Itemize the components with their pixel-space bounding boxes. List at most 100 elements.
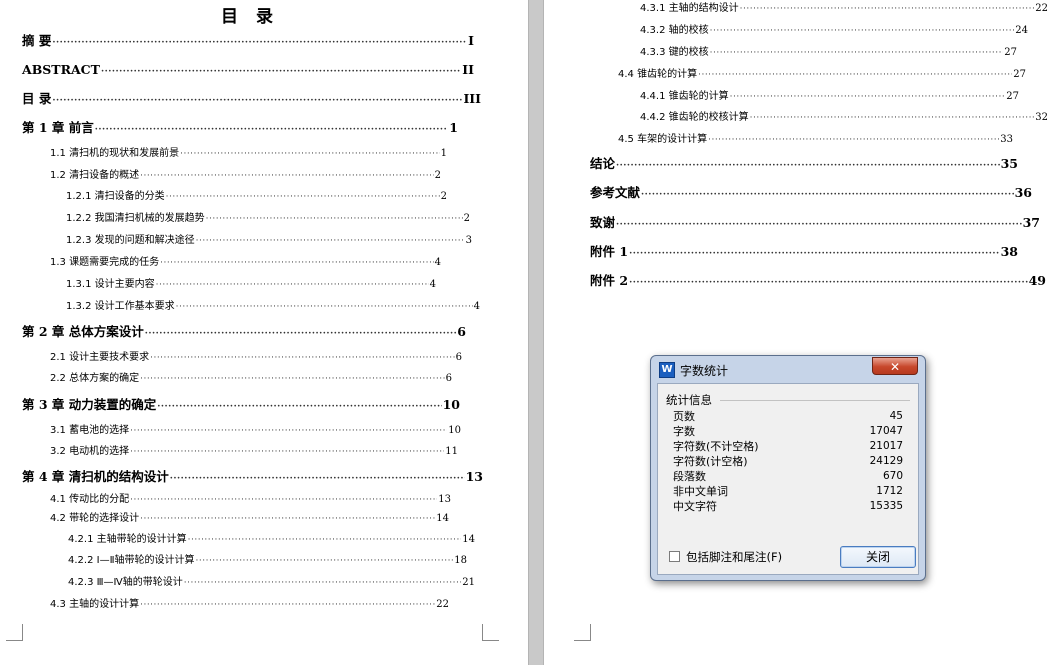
toc-entry-page: 6 [457, 324, 466, 339]
toc-entry-label: 4.2.3 Ⅲ—Ⅳ轴的带轮设计 [68, 577, 183, 588]
toc-entry-label: 2.2 总体方案的确定 [50, 373, 140, 384]
crop-mark [6, 624, 23, 641]
toc-dot-leader: ········································… [150, 353, 455, 363]
dialog-titlebar[interactable]: W 字数统计 ✕ [651, 356, 925, 382]
stat-row: 字数 17047 [673, 424, 903, 439]
toc-dot-leader: ········································… [616, 220, 1022, 230]
toc-dot-leader: ········································… [94, 125, 449, 135]
toc-entry: 3.2 电动机的选择 ······························… [50, 444, 458, 460]
toc-dot-leader: ········································… [165, 192, 440, 202]
toc-entry: 附件 2 ····································… [590, 273, 1046, 291]
stat-row: 字符数(计空格) 24129 [673, 454, 903, 469]
toc-dot-leader: ········································… [183, 578, 462, 588]
toc-dot-leader: ········································… [616, 161, 1000, 171]
toc-entry-page: 14 [436, 513, 449, 524]
stat-value: 17047 [869, 425, 903, 437]
wps-app-icon: W [659, 362, 675, 378]
include-footnotes-checkbox[interactable] [669, 551, 680, 562]
stat-label: 字符数(不计空格) [673, 440, 759, 453]
toc-entry-page: 13 [465, 469, 483, 484]
toc-entry-label: 摘 要 [22, 33, 52, 48]
toc-entry: 4.3.2 轴的校核 ······························… [640, 23, 1028, 39]
stat-row: 非中文单词 1712 [673, 484, 903, 499]
toc-dot-leader: ········································… [144, 329, 457, 339]
toc-entry: 4.5 车架的设计计算 ·····························… [618, 132, 1013, 148]
crop-mark [574, 624, 591, 641]
toc-entry: 1.2 清扫设备的概述 ·····························… [50, 168, 441, 184]
stat-value: 1712 [876, 485, 903, 497]
toc-dot-leader: ········································… [629, 249, 1000, 259]
toc-entry: 4.2.2 Ⅰ—Ⅱ轴带轮的设计计算 ·······················… [68, 553, 467, 569]
toc-entry: 1.3.2 设计工作基本要求 ··························… [66, 299, 480, 315]
toc-entry-page: 49 [1028, 273, 1046, 288]
toc-entry-page: 4 [429, 279, 436, 290]
toc-entry-label: ABSTRACT [22, 62, 100, 77]
toc-dot-leader: ········································… [52, 96, 463, 106]
toc-entry-label: 1.3 课题需要完成的任务 [50, 257, 160, 268]
toc-entry-page: III [463, 91, 481, 106]
dialog-body: 统计信息 页数 45 字数 17047 字符数(不计空格) 21017 字符数(计空格) 24… [657, 383, 919, 575]
toc-dot-leader: ········································… [195, 236, 465, 246]
stat-label: 非中文单词 [673, 485, 728, 498]
stat-label: 字符数(计空格) [673, 455, 748, 468]
stat-row: 中文字符 15335 [673, 499, 903, 514]
toc-dot-leader: ········································… [698, 70, 1012, 80]
toc-entry: 1.1 清扫机的现状和发展前景 ·························… [50, 146, 447, 162]
stat-value: 45 [889, 410, 903, 422]
toc-entry: 1.2.3 发现的问题和解决途径 ························… [66, 233, 472, 249]
toc-dot-leader: ········································… [155, 280, 429, 290]
toc-entry-label: 4.3 主轴的设计计算 [50, 599, 140, 610]
toc-entry: 3.1 蓄电池的选择 ······························… [50, 423, 461, 439]
toc-entry-label: 4.5 车架的设计计算 [618, 134, 708, 145]
toc-entry-page: 2 [463, 213, 470, 224]
toc-entry-label: 1.2.2 我国清扫机械的发展趋势 [66, 213, 205, 224]
close-icon[interactable]: ✕ [872, 357, 918, 375]
toc-entry: 4.4.1 锥齿轮的计算 ····························… [640, 89, 1019, 105]
toc-entry-page: 2 [434, 170, 441, 181]
toc-entry: 目 录 ·····································… [22, 91, 481, 109]
toc-entry-label: 1.3.2 设计工作基本要求 [66, 301, 175, 312]
toc-entry-label: 附件 2 [590, 273, 629, 288]
toc-entry: 第 3 章 动力装置的确定 ···························… [22, 397, 460, 415]
toc-entry-label: 4.4.1 锥齿轮的计算 [640, 91, 729, 102]
toc-entry-label: 3.2 电动机的选择 [50, 446, 130, 457]
toc-entry-page: 22 [436, 599, 449, 610]
toc-dot-leader: ········································… [708, 135, 999, 145]
toc-dot-leader: ········································… [140, 514, 436, 524]
toc-entry-label: 1.2.1 清扫设备的分类 [66, 191, 165, 202]
toc-entry-page: 1 [440, 148, 447, 159]
toc-dot-leader: ········································… [160, 258, 434, 268]
toc-entry: 致谢 ······································… [590, 215, 1040, 233]
toc-dot-leader: ········································… [140, 600, 436, 610]
toc-entry: 4.4.2 锥齿轮的校核计算 ··························… [640, 110, 1048, 126]
toc-dot-leader: ········································… [629, 278, 1028, 288]
toc-entry-label: 1.2.3 发现的问题和解决途径 [66, 235, 195, 246]
toc-entry-page: 13 [438, 494, 451, 505]
toc-entry-page: 24 [1015, 25, 1028, 36]
toc-entry: 附件 1 ····································… [590, 244, 1018, 262]
toc-dot-leader: ········································… [157, 402, 442, 412]
toc-dot-leader: ········································… [709, 26, 1015, 36]
toc-entry-page: 2 [440, 191, 447, 202]
include-footnotes-label[interactable]: 包括脚注和尾注(F) [686, 549, 782, 565]
stat-row: 段落数 670 [673, 469, 903, 484]
toc-dot-leader: ········································… [175, 302, 473, 312]
toc-entry-label: 3.1 蓄电池的选择 [50, 425, 130, 436]
toc-entry-page: 4 [434, 257, 441, 268]
toc-dot-leader: ········································… [169, 474, 465, 484]
close-button[interactable]: 关闭 [840, 546, 916, 568]
toc-entry-page: 1 [449, 120, 458, 135]
toc-page-left: 目 录 摘 要 ·································… [0, 0, 528, 665]
toc-entry: 摘 要 ·····································… [22, 33, 474, 51]
toc-entry-label: 4.4.2 锥齿轮的校核计算 [640, 112, 749, 123]
toc-dot-leader: ········································… [130, 447, 444, 457]
toc-entry-label: 4.3.2 轴的校核 [640, 25, 709, 36]
toc-dot-leader: ········································… [130, 426, 447, 436]
toc-dot-leader: ········································… [180, 149, 440, 159]
toc-entry-label: 1.1 清扫机的现状和发展前景 [50, 148, 180, 159]
toc-entry-page: II [462, 62, 474, 77]
toc-entry-label: 致谢 [590, 215, 616, 230]
toc-entry: 4.2 带轮的选择设计 ·····························… [50, 511, 449, 527]
word-count-dialog: W 字数统计 ✕ 统计信息 页数 45 字数 17047 字符数(不计空格) 21017 字… [650, 355, 926, 581]
toc-entry-page: 27 [1004, 47, 1017, 58]
